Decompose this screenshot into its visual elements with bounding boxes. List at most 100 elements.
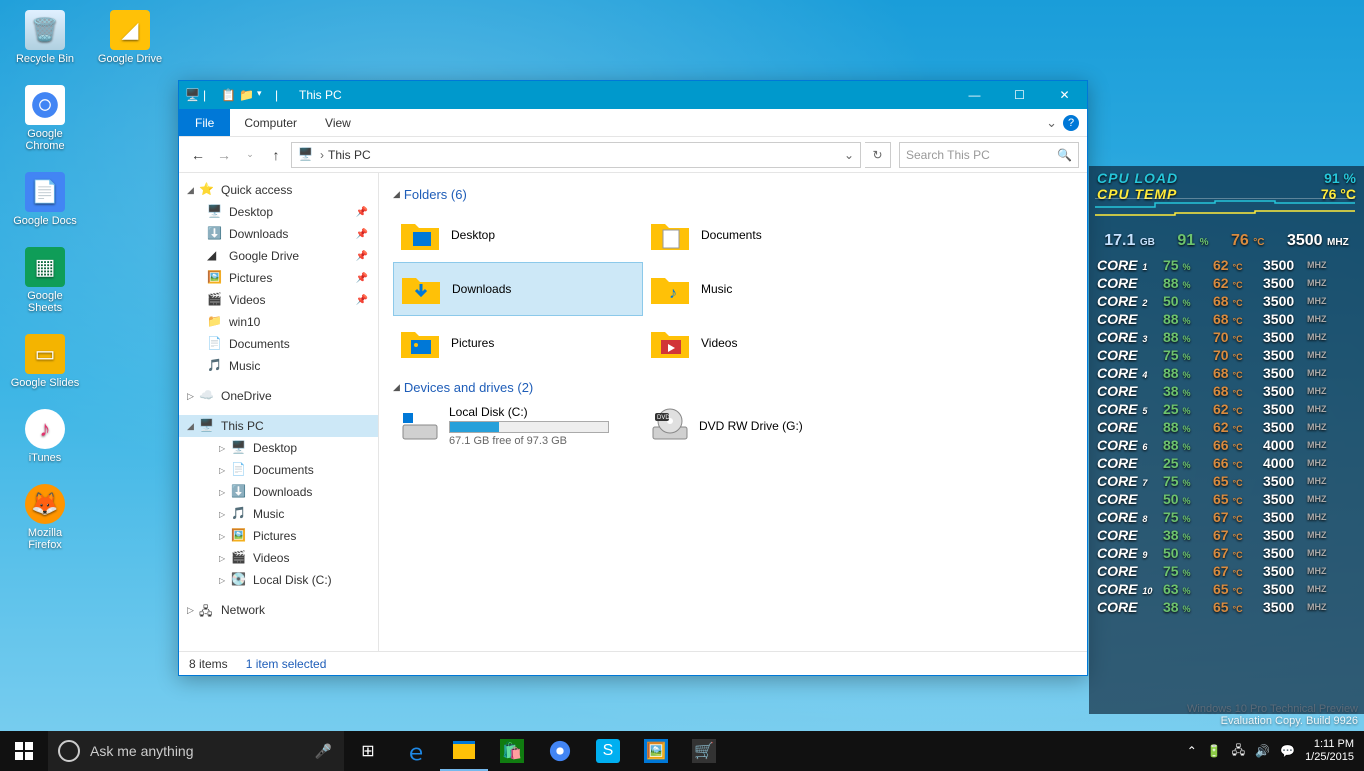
- nav-qa-music[interactable]: 🎵Music: [179, 355, 378, 377]
- taskbar-store[interactable]: 🛍️: [488, 731, 536, 771]
- core-row: CORE 175 %62 °C3500 MHZ: [1089, 256, 1364, 274]
- folder-documents[interactable]: Documents: [643, 208, 893, 262]
- nav-network[interactable]: ▷🖧Network: [179, 599, 378, 621]
- tray-volume-icon[interactable]: 🔊: [1255, 744, 1270, 758]
- taskbar-ie[interactable]: ｅ: [392, 731, 440, 771]
- cpu-graph: [1095, 198, 1355, 222]
- close-button[interactable]: ✕: [1042, 81, 1087, 109]
- status-bar: 8 items 1 item selected: [179, 651, 1087, 675]
- refresh-button[interactable]: ↻: [865, 142, 891, 168]
- search-icon: 🔍: [1057, 148, 1072, 162]
- desktop-icon-docs[interactable]: 📄Google Docs: [10, 172, 80, 227]
- hw-monitor-widget[interactable]: CPU LOAD 91 % CPU TEMP 76 °C 17.1 GB 91 …: [1089, 166, 1364, 714]
- nav-qa-documents[interactable]: 📄Documents: [179, 333, 378, 355]
- view-tab[interactable]: View: [311, 109, 365, 136]
- folder-desktop[interactable]: Desktop: [393, 208, 643, 262]
- mic-icon[interactable]: 🎤: [315, 743, 332, 760]
- nav-qa-win10[interactable]: 📁win10: [179, 311, 378, 333]
- desktop-icons: 🗑️Recycle Bin ◢Google Drive Google Chrom…: [10, 10, 165, 551]
- drives-header[interactable]: ◢Devices and drives (2): [393, 380, 1073, 395]
- desktop-icon-sheets[interactable]: ▦Google Sheets: [10, 247, 80, 314]
- svg-text:♪: ♪: [669, 285, 677, 302]
- desktop-icon-firefox[interactable]: 🦊Mozilla Firefox: [10, 484, 80, 551]
- new-folder-icon[interactable]: 📁: [239, 88, 253, 102]
- help-icon[interactable]: ?: [1063, 115, 1079, 131]
- cortana-icon: [58, 740, 80, 762]
- nav-pc-music[interactable]: ▷🎵Music: [179, 503, 378, 525]
- system-tray: ⌃ 🔋 🖧 🔊 💬 1:11 PM 1/25/2015: [1187, 738, 1364, 764]
- nav-this-pc[interactable]: ◢🖥️This PC: [179, 415, 378, 437]
- tray-battery-icon[interactable]: 🔋: [1207, 744, 1222, 758]
- taskbar-photos[interactable]: 🖼️: [632, 731, 680, 771]
- desktop-icon-chrome[interactable]: Google Chrome: [10, 85, 80, 152]
- core-row: CORE75 %70 °C3500 MHZ: [1089, 346, 1364, 364]
- core-row: CORE50 %65 °C3500 MHZ: [1089, 490, 1364, 508]
- core-row: CORE88 %62 °C3500 MHZ: [1089, 418, 1364, 436]
- desktop-icon-slides[interactable]: ▭Google Slides: [10, 334, 80, 389]
- start-button[interactable]: [0, 731, 48, 771]
- taskbar-skype[interactable]: S: [584, 731, 632, 771]
- core-row: CORE38 %67 °C3500 MHZ: [1089, 526, 1364, 544]
- taskbar-chrome[interactable]: [536, 731, 584, 771]
- nav-qa-downloads[interactable]: ⬇️Downloads📌: [179, 223, 378, 245]
- ribbon-expand-icon[interactable]: ⌄: [1046, 115, 1057, 131]
- address-bar[interactable]: 🖥️ › This PC ⌄: [291, 142, 861, 168]
- nav-qa-gdrive[interactable]: ◢Google Drive📌: [179, 245, 378, 267]
- desktop-icon-google-drive[interactable]: ◢Google Drive: [95, 10, 165, 65]
- cortana-search[interactable]: Ask me anything 🎤: [48, 731, 344, 771]
- properties-icon[interactable]: 📋: [221, 88, 235, 102]
- nav-pc-localdisk[interactable]: ▷💽Local Disk (C:): [179, 569, 378, 591]
- nav-qa-videos[interactable]: 🎬Videos📌: [179, 289, 378, 311]
- nav-pc-pictures[interactable]: ▷🖼️Pictures: [179, 525, 378, 547]
- task-view-button[interactable]: ⊞: [344, 731, 392, 771]
- desktop-icon-itunes[interactable]: ♪iTunes: [10, 409, 80, 464]
- computer-tab[interactable]: Computer: [230, 109, 311, 136]
- core-row: CORE25 %66 °C4000 MHZ: [1089, 454, 1364, 472]
- tray-network-icon[interactable]: 🖧: [1232, 741, 1245, 762]
- taskbar-clock[interactable]: 1:11 PM 1/25/2015: [1305, 738, 1354, 764]
- navigation-pane: ◢⭐Quick access 🖥️Desktop📌 ⬇️Downloads📌 ◢…: [179, 173, 379, 651]
- search-box[interactable]: Search This PC 🔍: [899, 142, 1079, 168]
- drive-dvd[interactable]: DVD DVD RW Drive (G:): [643, 401, 893, 451]
- tray-notifications-icon[interactable]: 💬: [1280, 744, 1295, 758]
- folder-downloads[interactable]: Downloads: [393, 262, 643, 316]
- taskbar-app[interactable]: 🛒: [680, 731, 728, 771]
- core-row: CORE 875 %67 °C3500 MHZ: [1089, 508, 1364, 526]
- maximize-button[interactable]: ☐: [997, 81, 1042, 109]
- back-button[interactable]: ←: [187, 144, 209, 166]
- core-row: CORE38 %68 °C3500 MHZ: [1089, 382, 1364, 400]
- folder-pictures[interactable]: Pictures: [393, 316, 643, 370]
- nav-onedrive[interactable]: ▷☁️OneDrive: [179, 385, 378, 407]
- core-row: CORE 775 %65 °C3500 MHZ: [1089, 472, 1364, 490]
- minimize-button[interactable]: —: [952, 81, 997, 109]
- nav-pc-downloads[interactable]: ▷⬇️Downloads: [179, 481, 378, 503]
- up-button[interactable]: ↑: [265, 144, 287, 166]
- taskbar-explorer[interactable]: [440, 731, 488, 771]
- nav-qa-desktop[interactable]: 🖥️Desktop📌: [179, 201, 378, 223]
- title-bar[interactable]: 🖥️ | 📋 📁 ▾ | This PC — ☐ ✕: [179, 81, 1087, 109]
- file-tab[interactable]: File: [179, 109, 230, 136]
- recent-button[interactable]: ⌄: [239, 144, 261, 166]
- cpu-load-label: CPU LOAD: [1097, 170, 1178, 186]
- folder-music[interactable]: ♪Music: [643, 262, 893, 316]
- address-bar-row: ← → ⌄ ↑ 🖥️ › This PC ⌄ ↻ Search This PC …: [179, 137, 1087, 173]
- nav-pc-desktop[interactable]: ▷🖥️Desktop: [179, 437, 378, 459]
- nav-pc-documents[interactable]: ▷📄Documents: [179, 459, 378, 481]
- svg-text:DVD: DVD: [657, 415, 670, 421]
- core-row: CORE 950 %67 °C3500 MHZ: [1089, 544, 1364, 562]
- tray-chevron-icon[interactable]: ⌃: [1187, 744, 1197, 758]
- desktop-icon-recycle-bin[interactable]: 🗑️Recycle Bin: [10, 10, 80, 65]
- folders-header[interactable]: ◢Folders (6): [393, 187, 1073, 202]
- nav-pc-videos[interactable]: ▷🎬Videos: [179, 547, 378, 569]
- cpu-load-value: 91 %: [1324, 170, 1356, 186]
- folder-videos[interactable]: Videos: [643, 316, 893, 370]
- core-row: CORE 250 %68 °C3500 MHZ: [1089, 292, 1364, 310]
- nav-qa-pictures[interactable]: 🖼️Pictures📌: [179, 267, 378, 289]
- disk-usage-bar: [450, 422, 499, 432]
- address-dropdown-icon[interactable]: ⌄: [844, 148, 854, 162]
- core-row: CORE38 %65 °C3500 MHZ: [1089, 598, 1364, 616]
- nav-quick-access[interactable]: ◢⭐Quick access: [179, 179, 378, 201]
- forward-button[interactable]: →: [213, 144, 235, 166]
- drive-local-disk[interactable]: Local Disk (C:) 67.1 GB free of 97.3 GB: [393, 401, 643, 451]
- pc-icon: 🖥️: [298, 147, 314, 163]
